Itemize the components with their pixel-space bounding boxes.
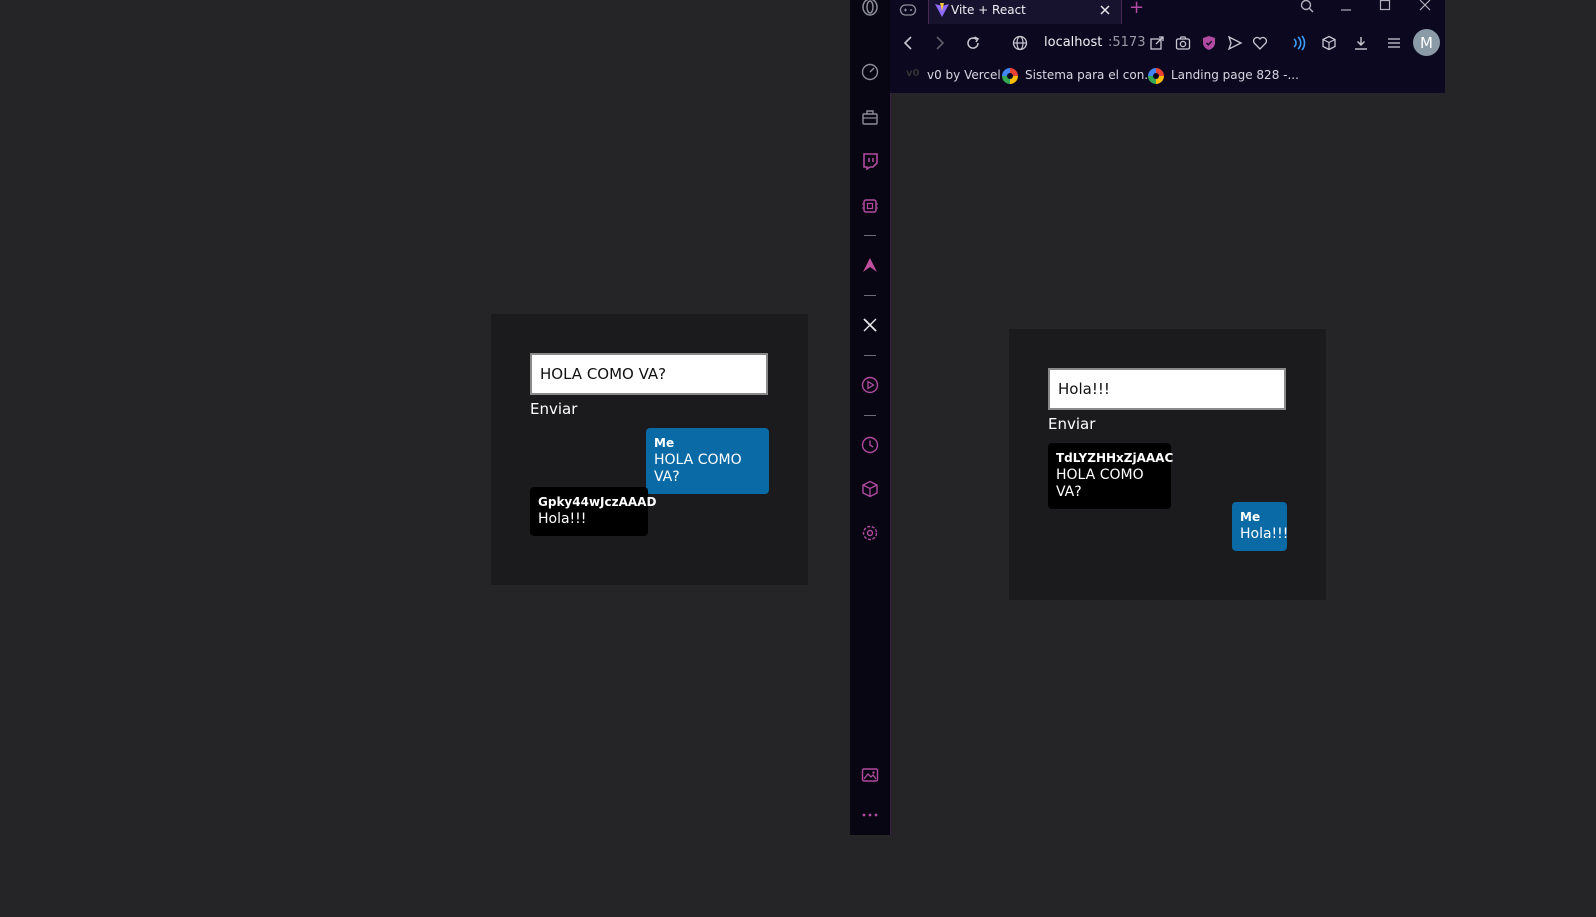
box-icon[interactable]	[859, 478, 881, 500]
close-window-icon[interactable]	[1415, 0, 1435, 15]
gamepad-icon[interactable]	[898, 0, 918, 20]
soundwave-icon[interactable]	[1288, 33, 1308, 53]
chat-panel-left: Enviar Me HOLA COMO VA? Gpky44wJczAAAD H…	[491, 314, 808, 585]
message-bubble-other: Gpky44wJczAAAD Hola!!!	[530, 487, 657, 536]
sidebar-divider	[864, 295, 876, 296]
back-icon[interactable]	[898, 33, 918, 53]
close-tab-icon[interactable]	[1095, 0, 1115, 20]
message-bubble-me: Me HOLA COMO VA?	[646, 428, 769, 494]
url-port[interactable]: :5173	[1108, 35, 1145, 50]
vite-logo-icon	[932, 0, 952, 20]
camera-icon[interactable]	[1173, 33, 1193, 53]
profile-avatar[interactable]: M	[1413, 29, 1440, 56]
history-icon[interactable]	[859, 434, 881, 456]
message-input[interactable]	[1048, 368, 1286, 410]
colorful-circle-inner	[1153, 73, 1159, 79]
bookmark-label: Landing page 828 -...	[1171, 68, 1299, 82]
browser-tab[interactable]: Vite + React	[928, 0, 1122, 24]
share-icon[interactable]	[1147, 33, 1167, 53]
message-author: TdLYZHHxZjAAAC	[1056, 451, 1174, 465]
message-author: Me	[1240, 510, 1261, 524]
easy-setup-icon[interactable]	[1384, 33, 1404, 53]
sidebar-divider	[864, 355, 876, 356]
message-author: Gpky44wJczAAAD	[538, 495, 657, 509]
v0-icon: v0	[906, 68, 920, 79]
reload-icon[interactable]	[963, 33, 983, 53]
globe-icon[interactable]	[1010, 33, 1030, 53]
browser-sidebar	[850, 0, 891, 835]
url-host[interactable]: localhost	[1044, 35, 1102, 50]
new-tab-button[interactable]: +	[1129, 0, 1144, 18]
chip-icon[interactable]	[859, 195, 881, 217]
message-text: Hola!!!	[538, 511, 587, 527]
heart-icon[interactable]	[1250, 33, 1270, 53]
send-button[interactable]: Enviar	[530, 400, 577, 418]
sidebar-divider	[864, 415, 876, 416]
colorful-circle-inner	[1007, 73, 1013, 79]
twitch-icon[interactable]	[859, 150, 881, 172]
browser-toolbar: Vite + React + localhost :5173 M v0 v0 b…	[890, 0, 1445, 93]
opera-logo-icon[interactable]	[859, 0, 881, 18]
sidebar-divider	[864, 235, 876, 236]
message-text: HOLA COMO VA?	[1056, 467, 1144, 500]
settings-icon[interactable]	[859, 522, 881, 544]
send-button[interactable]: Enviar	[1048, 415, 1095, 433]
bookmark-label: Sistema para el con...	[1025, 68, 1156, 82]
gallery-icon[interactable]	[859, 764, 881, 786]
aria-icon[interactable]	[859, 254, 881, 276]
chat-panel-right: Enviar TdLYZHHxZjAAAC HOLA COMO VA? Me H…	[1009, 329, 1326, 600]
speed-dial-icon[interactable]	[859, 61, 881, 83]
message-text: HOLA COMO VA?	[654, 452, 742, 485]
player-icon[interactable]	[859, 374, 881, 396]
search-tabs-icon[interactable]	[1297, 0, 1317, 16]
more-icon[interactable]	[859, 804, 881, 826]
profile-initial: M	[1420, 33, 1433, 52]
address-bar-row: localhost :5173 M	[890, 26, 1445, 60]
download-icon[interactable]	[1351, 33, 1371, 53]
bag-icon[interactable]	[859, 106, 881, 128]
message-bubble-me: Me Hola!!!	[1232, 502, 1289, 551]
bookmark-label: v0 by Vercel	[927, 68, 1001, 82]
bookmarks-bar: v0 v0 by Vercel Sistema para el con... L…	[890, 62, 1445, 90]
send-icon[interactable]	[1225, 33, 1245, 53]
tab-title: Vite + React	[951, 3, 1026, 17]
message-author: Me	[654, 436, 675, 450]
x-icon[interactable]	[859, 314, 881, 336]
maximize-icon[interactable]	[1375, 0, 1395, 15]
cube-icon[interactable]	[1319, 33, 1339, 53]
message-input[interactable]	[530, 353, 768, 395]
shield-icon[interactable]	[1199, 33, 1219, 53]
message-bubble-other: TdLYZHHxZjAAAC HOLA COMO VA?	[1048, 443, 1174, 509]
minimize-icon[interactable]	[1336, 0, 1356, 18]
forward-icon[interactable]	[930, 33, 950, 53]
message-text: Hola!!!	[1240, 526, 1289, 542]
